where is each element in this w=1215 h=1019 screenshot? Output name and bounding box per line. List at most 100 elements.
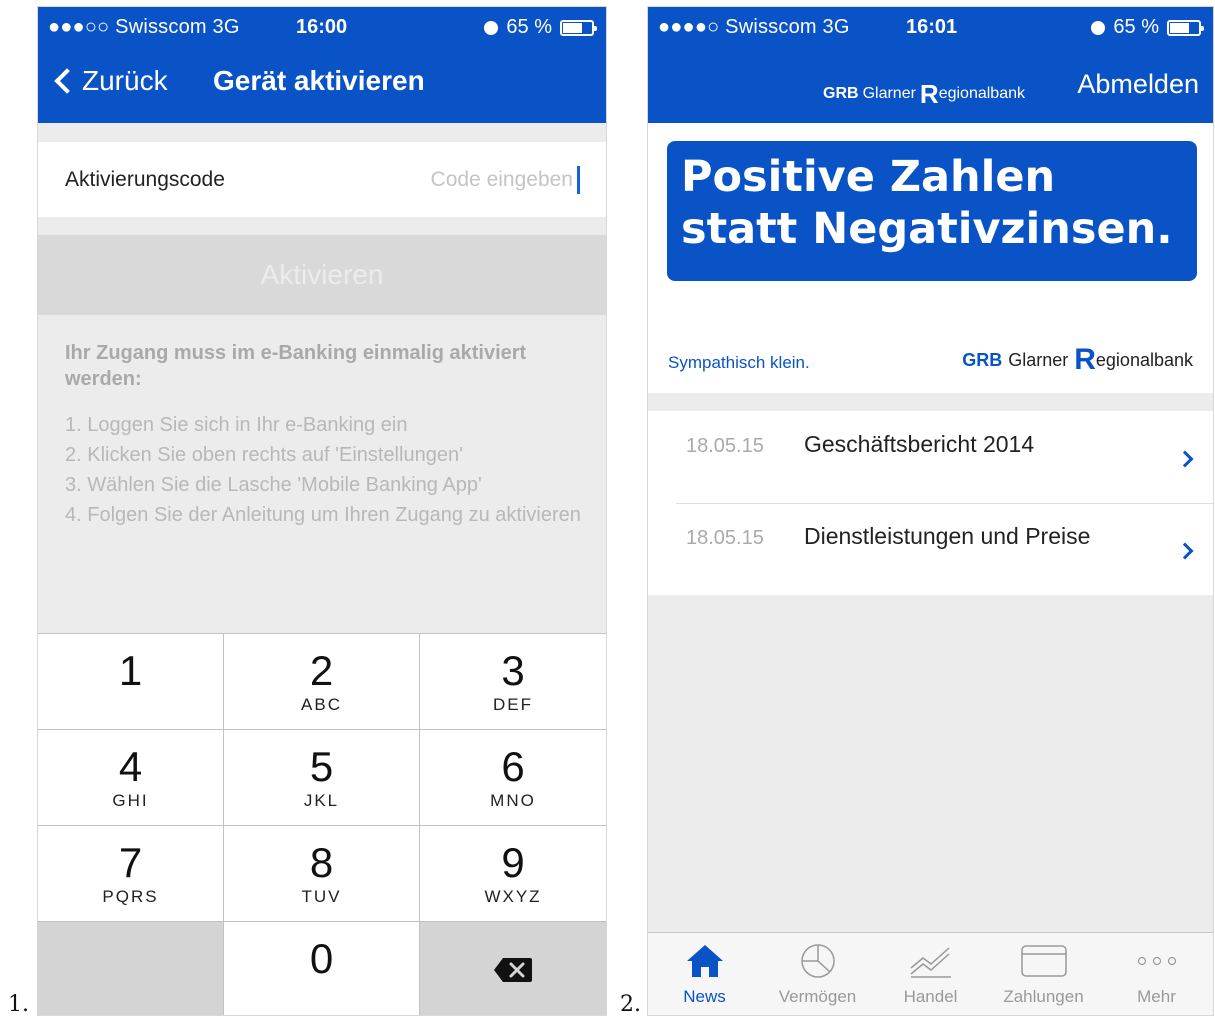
bank-name-part: egionalbank <box>1095 349 1193 370</box>
back-button[interactable]: Zurück <box>52 65 168 97</box>
battery-percent: 65 % <box>506 16 552 38</box>
promo-banner[interactable]: Positive Zahlen statt Negativzinsen. <box>667 141 1197 281</box>
alarm-icon <box>1091 20 1106 35</box>
activation-code-input[interactable]: Code eingeben <box>431 168 573 192</box>
tab-news[interactable]: News <box>648 933 761 1015</box>
tab-label: Handel <box>903 987 958 1006</box>
key-2[interactable]: 2 ABC <box>224 634 419 729</box>
instruction-step: 2. Klicken Sie oben rechts auf 'Einstell… <box>65 444 463 466</box>
bank-name-part: egionalbank <box>938 85 1025 102</box>
bank-r-mark: R <box>919 79 939 109</box>
key-digit: 3 <box>501 646 525 694</box>
key-digit: 0 <box>309 934 334 982</box>
promo-area: Positive Zahlen statt Negativzinsen. Sym… <box>648 123 1213 393</box>
key-7[interactable]: 7 PQRS <box>38 826 223 921</box>
key-8[interactable]: 8 TUV <box>224 826 419 921</box>
activation-code-field[interactable]: Aktivierungscode Code eingeben <box>38 142 606 217</box>
key-letters: MNO <box>490 790 536 810</box>
news-title: Geschäftsbericht 2014 <box>804 431 1035 457</box>
top-bar: ●●●●○ Swisscom 3G 16:01 65 % GRB Glarner… <box>648 7 1213 123</box>
credit-card-icon <box>1020 941 1067 981</box>
tab-label: Vermögen <box>778 987 857 1006</box>
pie-chart-icon <box>799 941 837 981</box>
key-1[interactable]: 1 <box>38 634 223 729</box>
chevron-left-icon <box>54 68 80 94</box>
key-digit: 4 <box>118 742 143 790</box>
chevron-right-icon <box>1176 450 1194 468</box>
status-time: 16:01 <box>906 16 958 38</box>
battery-icon <box>1167 19 1204 36</box>
key-4[interactable]: 4 GHI <box>38 730 223 825</box>
news-date: 18.05.15 <box>686 435 764 457</box>
key-digit: 7 <box>118 838 143 886</box>
key-0[interactable]: 0 <box>224 922 419 1015</box>
instruction-step: 3. Wählen Sie die Lasche 'Mobile Banking… <box>65 474 482 496</box>
key-digit: 8 <box>309 838 334 886</box>
alarm-icon <box>484 20 499 35</box>
battery-percent: 65 % <box>1113 16 1159 38</box>
numeric-keypad: 1 2 ABC 3 DEF 4 GHI 5 JKL 6 MNO 7 PQRS 8 TUV 9W… <box>38 633 606 1015</box>
delete-key[interactable] <box>420 922 606 1015</box>
chevron-right-icon <box>1176 542 1194 560</box>
key-digit: 2 <box>309 646 334 694</box>
tab-label: News <box>683 987 726 1006</box>
status-bar: ●●●○○ Swisscom 3G 16:00 65 % <box>38 7 606 47</box>
key-letters: GHI <box>112 790 149 810</box>
key-5[interactable]: 5 JKL <box>224 730 419 825</box>
news-date: 18.05.15 <box>686 527 764 549</box>
instruction-step: 4. Folgen Sie der Anleitung um Ihren Zug… <box>65 504 581 526</box>
bank-abbr: GRB <box>962 349 1003 370</box>
top-bar: ●●●○○ Swisscom 3G 16:00 65 % Zurück Gerä… <box>38 7 606 123</box>
news-item[interactable]: 18.05.15 Dienstleistungen und Preise <box>648 503 1213 595</box>
news-list: 18.05.15 Geschäftsbericht 2014 18.05.15 … <box>648 411 1213 595</box>
slogan: Sympathisch klein. <box>668 353 810 372</box>
screenshot-label-2: 2. <box>620 992 641 1017</box>
activation-code-label: Aktivierungscode <box>65 168 225 191</box>
key-letters: PQRS <box>102 886 159 906</box>
status-time: 16:00 <box>296 16 348 38</box>
key-letters: ABC <box>301 694 342 714</box>
activate-button[interactable]: Aktivieren <box>38 235 606 315</box>
key-digit: 9 <box>501 838 525 886</box>
tab-zahlungen[interactable]: Zahlungen <box>987 933 1100 1015</box>
banner-line: Positive Zahlen <box>681 152 1056 202</box>
tab-label: Mehr <box>1137 987 1176 1006</box>
key-3[interactable]: 3 DEF <box>420 634 606 729</box>
bank-logo-header: GRB Glarner Regionalbank <box>823 79 1025 109</box>
bank-logo: GRB Glarner Regionalbank <box>962 345 1193 375</box>
bank-r-mark: R <box>1074 343 1096 376</box>
carrier-signal: ●●●●○ Swisscom 3G <box>658 16 850 38</box>
tab-vermoegen[interactable]: Vermögen <box>761 933 874 1015</box>
bank-name-part: Glarner <box>862 85 916 102</box>
key-letters: JKL <box>303 790 340 810</box>
logout-button[interactable]: Abmelden <box>1077 69 1199 100</box>
key-letters: WXYZ <box>484 886 542 906</box>
trend-chart-icon <box>909 941 953 981</box>
info-heading: Ihr Zugang muss im e-Banking einmalig ak… <box>65 342 527 390</box>
key-digit: 6 <box>501 742 525 790</box>
key-digit: 5 <box>309 742 334 790</box>
tab-bar: News Vermögen Handel Zahlungen Mehr <box>648 932 1213 1015</box>
instruction-list: 1. Loggen Sie sich in Ihr e-Banking ein … <box>65 410 585 530</box>
key-letters: DEF <box>493 694 533 714</box>
bank-abbr: GRB <box>823 85 859 102</box>
more-dots-icon <box>1136 941 1178 981</box>
phone-screen-news: ●●●●○ Swisscom 3G 16:01 65 % GRB Glarner… <box>647 6 1214 1016</box>
tab-mehr[interactable]: Mehr <box>1100 933 1213 1015</box>
page-title: Gerät aktivieren <box>213 65 425 96</box>
carrier-signal: ●●●○○ Swisscom 3G <box>48 16 240 38</box>
screenshot-label-1: 1. <box>8 992 29 1017</box>
tab-label: Zahlungen <box>1003 987 1084 1006</box>
news-item[interactable]: 18.05.15 Geschäftsbericht 2014 <box>648 411 1213 504</box>
status-bar: ●●●●○ Swisscom 3G 16:01 65 % <box>648 7 1213 47</box>
banner-line: statt Negativzinsen. <box>681 204 1173 254</box>
instruction-step: 1. Loggen Sie sich in Ihr e-Banking ein <box>65 414 408 436</box>
battery-icon <box>560 19 597 36</box>
back-label: Zurück <box>82 65 168 96</box>
key-9[interactable]: 9 WXYZ <box>420 826 606 921</box>
key-letters: TUV <box>301 886 342 906</box>
key-6[interactable]: 6 MNO <box>420 730 606 825</box>
navigation-bar: Zurück Gerät aktivieren <box>38 55 606 115</box>
tab-handel[interactable]: Handel <box>874 933 987 1015</box>
news-title: Dienstleistungen und Preise <box>804 523 1091 549</box>
